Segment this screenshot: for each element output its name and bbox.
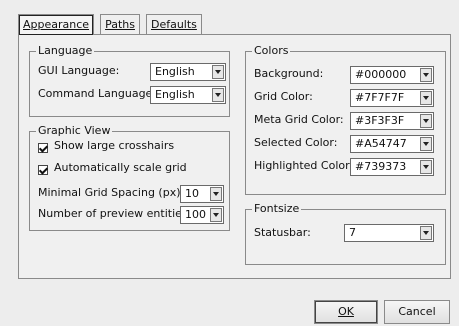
tab-appearance[interactable]: Appearance: [18, 14, 95, 35]
chevron-down-icon: [210, 187, 222, 201]
chevron-down-icon: [212, 88, 224, 102]
cancel-button-label: Cancel: [398, 305, 436, 318]
show-crosshairs-label: Show large crosshairs: [54, 139, 175, 152]
graphic-view-group: Graphic View Show large crosshairs Autom…: [29, 125, 230, 231]
background-color-select[interactable]: #000000: [350, 66, 434, 84]
command-language-value: English: [155, 88, 195, 101]
background-color-value: #000000: [355, 68, 407, 81]
chevron-down-icon: [420, 226, 432, 240]
meta-grid-color-label: Meta Grid Color:: [254, 113, 344, 126]
statusbar-fontsize-select[interactable]: 7: [344, 224, 434, 242]
grid-spacing-value: 10: [185, 187, 199, 200]
chevron-down-icon: [420, 137, 432, 151]
gui-language-label: GUI Language:: [38, 64, 120, 77]
tab-defaults-label: Defaults: [150, 18, 197, 31]
language-group: Language GUI Language: English Command L…: [29, 45, 230, 117]
selected-color-select[interactable]: #A54747: [350, 135, 434, 153]
graphic-view-group-title: Graphic View: [36, 124, 113, 137]
autoscale-grid-checkbox[interactable]: [38, 165, 48, 175]
colors-group-title: Colors: [252, 44, 291, 57]
tab-paths[interactable]: Paths: [100, 14, 140, 34]
statusbar-fontsize-value: 7: [349, 226, 356, 239]
selected-color-label: Selected Color:: [254, 136, 338, 149]
appearance-panel: Language GUI Language: English Command L…: [18, 34, 451, 279]
language-group-title: Language: [36, 44, 95, 57]
preview-entities-label: Number of preview entities:: [38, 207, 192, 220]
fontsize-group: Fontsize Statusbar: 7: [245, 203, 446, 265]
grid-color-label: Grid Color:: [254, 90, 313, 103]
colors-group: Colors Background: #000000 Grid Color: #…: [245, 45, 446, 195]
grid-spacing-label: Minimal Grid Spacing (px):: [38, 186, 185, 199]
gui-language-select[interactable]: English: [150, 63, 226, 81]
chevron-down-icon: [420, 68, 432, 82]
meta-grid-color-select[interactable]: #3F3F3F: [350, 112, 434, 130]
meta-grid-color-value: #3F3F3F: [355, 114, 405, 127]
tab-appearance-label: Appearance: [23, 18, 90, 31]
grid-color-select[interactable]: #7F7F7F: [350, 89, 434, 107]
show-crosshairs-checkbox[interactable]: [38, 143, 48, 153]
command-language-select[interactable]: English: [150, 86, 226, 104]
ok-button-label: OK: [338, 305, 354, 318]
ok-button[interactable]: OK: [314, 300, 378, 324]
highlighted-color-label: Highlighted Color:: [254, 159, 354, 172]
cancel-button[interactable]: Cancel: [384, 300, 450, 324]
chevron-down-icon: [420, 160, 432, 174]
selected-color-value: #A54747: [355, 137, 407, 150]
highlighted-color-value: #739373: [355, 160, 407, 173]
fontsize-group-title: Fontsize: [252, 202, 302, 215]
grid-color-value: #7F7F7F: [355, 91, 405, 104]
gui-language-value: English: [155, 65, 195, 78]
background-color-label: Background:: [254, 67, 324, 80]
preview-entities-value: 100: [185, 208, 206, 221]
chevron-down-icon: [420, 114, 432, 128]
autoscale-grid-label: Automatically scale grid: [54, 161, 187, 174]
tab-defaults[interactable]: Defaults: [145, 14, 202, 34]
grid-spacing-select[interactable]: 10: [180, 185, 224, 203]
chevron-down-icon: [420, 91, 432, 105]
command-language-label: Command Language:: [38, 87, 157, 100]
chevron-down-icon: [210, 208, 222, 222]
chevron-down-icon: [212, 65, 224, 79]
tab-paths-label: Paths: [105, 18, 135, 31]
highlighted-color-select[interactable]: #739373: [350, 158, 434, 176]
preview-entities-select[interactable]: 100: [180, 206, 224, 224]
statusbar-label: Statusbar:: [254, 226, 311, 239]
tab-bar: Appearance Paths Defaults: [18, 14, 208, 35]
